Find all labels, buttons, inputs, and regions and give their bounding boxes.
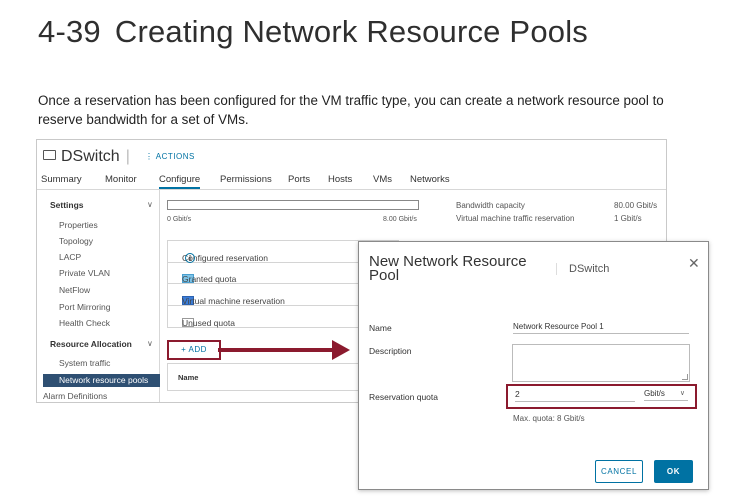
quota-label: Reservation quota (369, 392, 438, 402)
bandwidth-min-label: 0 Gbit/s (167, 216, 192, 223)
dswitch-header: DSwitch | (43, 148, 136, 166)
actions-menu[interactable]: ⋮ ACTIONS (145, 152, 195, 161)
bandwidth-capacity-label: Bandwidth capacity (456, 201, 525, 210)
bandwidth-max-label: 8.00 Gbit/s (383, 216, 417, 223)
cancel-button[interactable]: CANCEL (595, 460, 643, 483)
top-nav: Summary Monitor Configure Permissions Po… (37, 171, 666, 190)
vm-reservation-value: 1 Gbit/s (614, 214, 642, 223)
tab-hosts[interactable]: Hosts (328, 174, 352, 185)
tab-ports[interactable]: Ports (288, 174, 310, 185)
bandwidth-bar (167, 200, 419, 210)
kebab-icon: ⋮ (145, 152, 154, 161)
dialog-subtitle: DSwitch (556, 263, 609, 275)
ok-button[interactable]: OK (654, 460, 693, 483)
quota-unit-value: Gbit/s (644, 389, 665, 398)
new-pool-dialog: New Network Resource Pool DSwitch ✕ Name… (358, 241, 709, 490)
tab-vms[interactable]: VMs (373, 174, 392, 185)
close-icon[interactable]: ✕ (688, 255, 700, 272)
actions-label: ACTIONS (155, 152, 195, 161)
sidebar: Settings ∨ Properties Topology LACP Priv… (37, 190, 160, 402)
sidebar-item-alarm-definitions[interactable]: Alarm Definitions (43, 391, 107, 401)
sidebar-item-system-traffic[interactable]: System traffic (59, 358, 110, 368)
tab-summary[interactable]: Summary (41, 174, 82, 185)
max-quota-hint: Max. quota: 8 Gbit/s (513, 414, 585, 423)
chevron-down-icon: ∨ (679, 390, 685, 397)
sidebar-item-lacp[interactable]: LACP (59, 252, 81, 262)
description-field[interactable] (512, 344, 690, 382)
sidebar-header-resource-allocation[interactable]: Resource Allocation (50, 339, 132, 349)
dswitch-name: DSwitch (61, 148, 120, 165)
vm-reservation-label: Virtual machine traffic reservation (456, 214, 575, 223)
slide-title: 4-39 Creating Network Resource Pools (38, 14, 588, 50)
intro-text: Once a reservation has been configured f… (38, 93, 664, 127)
tab-monitor[interactable]: Monitor (105, 174, 137, 185)
resize-grip[interactable] (682, 374, 688, 380)
arrow-head (332, 340, 350, 360)
quota-input[interactable]: 2 (515, 389, 635, 402)
quota-highlight: 2 Gbit/s ∨ (506, 384, 697, 409)
sidebar-item-port-mirroring[interactable]: Port Mirroring (59, 302, 110, 312)
sidebar-item-topology[interactable]: Topology (59, 236, 93, 246)
name-label: Name (369, 323, 392, 333)
legend-label: Virtual machine reservation (182, 296, 285, 306)
sidebar-item-network-resource-pools[interactable]: Network resource pools (43, 374, 160, 387)
arrow-icon (218, 348, 333, 352)
add-button[interactable]: + ADD (167, 340, 221, 360)
sidebar-item-private-vlan[interactable]: Private VLAN (59, 268, 110, 278)
chevron-down-icon[interactable]: ∨ (147, 200, 153, 209)
legend-label: Unused quota (182, 318, 235, 328)
dialog-title: New Network Resource Pool (369, 253, 527, 284)
sidebar-item-health-check[interactable]: Health Check (59, 318, 110, 328)
chevron-down-icon[interactable]: ∨ (147, 339, 153, 348)
tab-permissions[interactable]: Permissions (220, 174, 272, 185)
sidebar-item-netflow[interactable]: NetFlow (59, 285, 90, 295)
legend-label: Granted quota (182, 274, 237, 284)
bandwidth-capacity-value: 80.00 Gbit/s (614, 201, 658, 210)
grid-header-name[interactable]: Name (178, 373, 198, 382)
slide-number: 4-39 (38, 14, 101, 49)
sidebar-item-properties[interactable]: Properties (59, 220, 98, 230)
tab-configure[interactable]: Configure (159, 174, 201, 189)
header-separator: | (125, 148, 130, 165)
tab-networks[interactable]: Networks (410, 174, 450, 185)
name-field[interactable]: Network Resource Pool 1 (513, 322, 689, 334)
sidebar-item-label: Network resource pools (59, 375, 149, 385)
sidebar-header-settings[interactable]: Settings (50, 200, 84, 210)
description-label: Description (369, 346, 412, 356)
quota-unit-select[interactable]: Gbit/s ∨ (644, 389, 688, 401)
slide-title-text: Creating Network Resource Pools (114, 14, 588, 49)
switch-icon (43, 150, 56, 160)
